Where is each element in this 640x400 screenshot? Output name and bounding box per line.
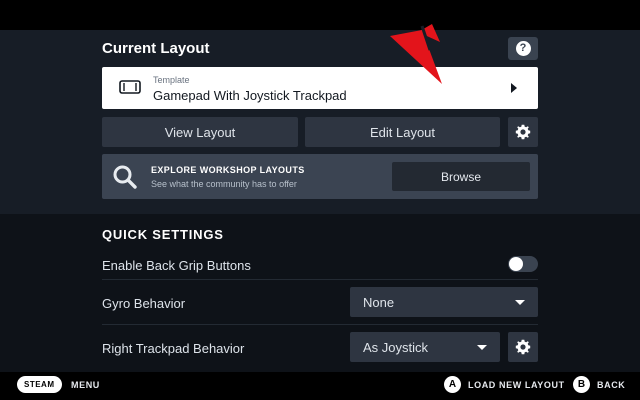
right-trackpad-value: As Joystick	[363, 340, 429, 355]
template-selector[interactable]: Template Gamepad With Joystick Trackpad	[102, 67, 538, 109]
back-grip-row: Enable Back Grip Buttons	[102, 252, 538, 280]
template-value: Gamepad With Joystick Trackpad	[153, 88, 347, 103]
top-bar	[0, 0, 640, 30]
right-trackpad-settings-button[interactable]	[508, 332, 538, 362]
back-label: BACK	[597, 380, 626, 390]
chevron-down-icon	[477, 345, 487, 350]
b-button-icon[interactable]: B	[573, 376, 590, 393]
toggle-knob	[509, 257, 523, 271]
template-label: Template	[153, 75, 190, 85]
right-trackpad-label: Right Trackpad Behavior	[102, 341, 245, 356]
section-title: Current Layout	[102, 40, 210, 57]
right-trackpad-dropdown[interactable]: As Joystick	[350, 332, 500, 362]
steam-button[interactable]: STEAM	[17, 376, 62, 393]
workshop-banner: EXPLORE WORKSHOP LAYOUTS See what the co…	[102, 154, 538, 199]
edit-layout-button[interactable]: Edit Layout	[305, 117, 500, 147]
workshop-title: EXPLORE WORKSHOP LAYOUTS	[151, 165, 305, 175]
browse-button[interactable]: Browse	[392, 162, 530, 191]
gyro-label: Gyro Behavior	[102, 296, 186, 311]
chevron-right-icon	[511, 83, 517, 93]
search-icon	[113, 165, 137, 189]
help-icon: ?	[515, 41, 531, 56]
load-new-layout-label: LOAD NEW LAYOUT	[468, 380, 565, 390]
gear-icon	[515, 339, 531, 355]
back-grip-label: Enable Back Grip Buttons	[102, 258, 251, 273]
menu-label: MENU	[71, 380, 100, 390]
workshop-subtitle: See what the community has to offer	[151, 179, 297, 189]
layout-settings-button[interactable]	[508, 117, 538, 147]
gear-icon	[515, 124, 531, 140]
controller-settings-screen: Current Layout ? Template Gamepad With J…	[0, 0, 640, 400]
back-grip-toggle[interactable]	[508, 256, 538, 272]
help-button[interactable]: ?	[508, 37, 538, 60]
quick-settings-title: QUICK SETTINGS	[102, 227, 224, 242]
chevron-down-icon	[515, 300, 525, 305]
gyro-dropdown[interactable]: None	[350, 287, 538, 317]
a-button-icon[interactable]: A	[444, 376, 461, 393]
view-layout-button[interactable]: View Layout	[102, 117, 298, 147]
controller-icon	[119, 80, 141, 99]
gyro-value: None	[363, 295, 395, 310]
red-arrow-annotation	[390, 24, 442, 84]
